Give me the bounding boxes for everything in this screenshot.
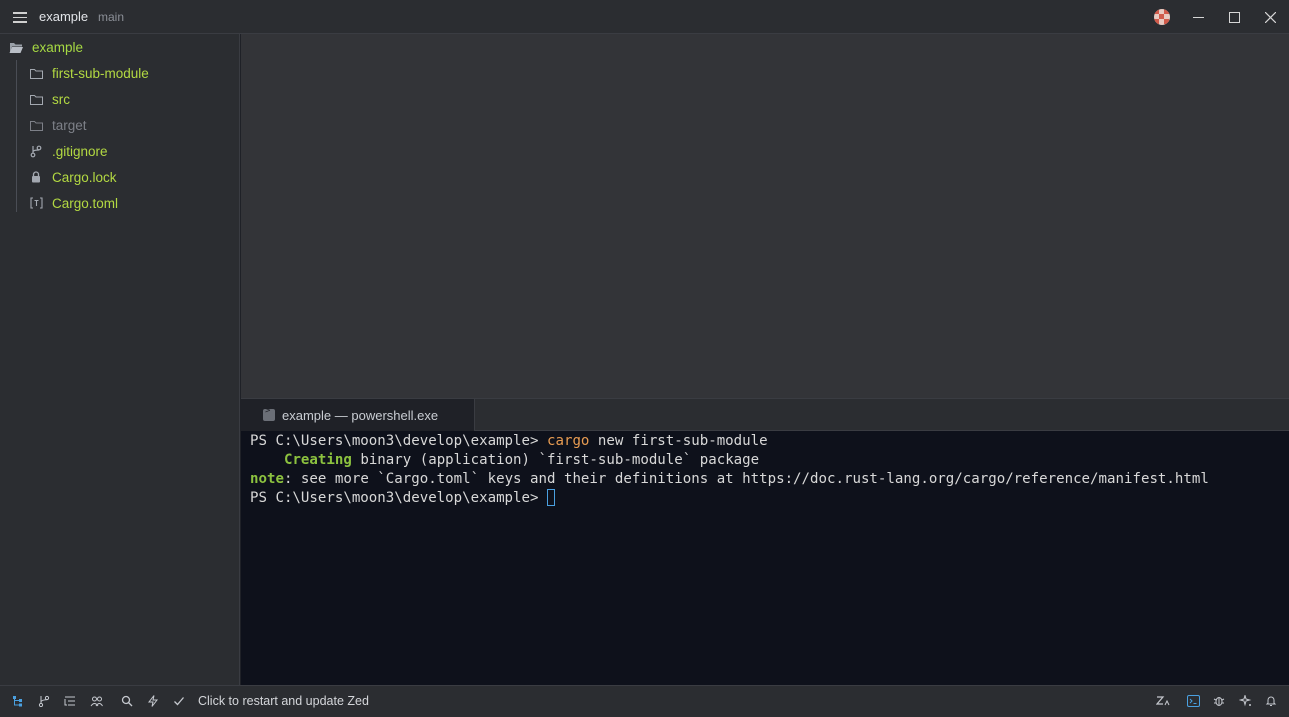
terminal-line: Creating binary (application) `first-sub… xyxy=(250,451,759,470)
tree-item-label: Cargo.lock xyxy=(52,169,117,185)
terminal-output[interactable]: PS C:\Users\moon3\develop\example> cargo… xyxy=(241,431,1289,685)
command-args: new first-sub-module xyxy=(589,433,768,449)
tree-item-label: .gitignore xyxy=(52,143,108,159)
status-keyword: Creating xyxy=(283,452,352,468)
tree-item-label: Cargo.toml xyxy=(52,195,119,211)
check-icon[interactable] xyxy=(172,694,186,708)
minimize-button[interactable] xyxy=(1183,4,1213,30)
bell-icon[interactable] xyxy=(1264,694,1278,708)
tree-root-label: example xyxy=(32,39,84,55)
tree-item-src[interactable]: src xyxy=(28,87,70,111)
zed-predict-icon[interactable] xyxy=(1156,694,1170,708)
project-name[interactable]: example xyxy=(39,9,88,24)
prompt: PS C:\Users\moon3\develop\example> xyxy=(250,490,547,506)
close-icon xyxy=(1264,11,1276,23)
terminal-tab-label: example — powershell.exe xyxy=(282,407,439,423)
maximize-button[interactable] xyxy=(1219,4,1249,30)
lightning-icon[interactable] xyxy=(146,694,160,708)
tree-item-gitignore[interactable]: .gitignore xyxy=(28,139,108,163)
tree-item-label: target xyxy=(52,117,87,133)
tree-indent-guide xyxy=(16,60,17,212)
note-keyword: note xyxy=(250,471,284,487)
command: cargo xyxy=(546,433,590,449)
folder-icon xyxy=(28,65,44,81)
terminal-line: PS C:\Users\moon3\develop\example> xyxy=(250,489,555,508)
menu-icon[interactable] xyxy=(12,9,28,25)
avatar[interactable] xyxy=(1154,9,1170,25)
terminal-cursor xyxy=(546,489,555,506)
search-icon[interactable] xyxy=(120,694,134,708)
tree-item-first-sub-module[interactable]: first-sub-module xyxy=(28,61,149,85)
project-panel-icon[interactable] xyxy=(11,694,25,708)
update-notice[interactable]: Click to restart and update Zed xyxy=(198,694,369,708)
branch-name[interactable]: main xyxy=(98,10,124,24)
prompt: PS C:\Users\moon3\develop\example> xyxy=(250,433,547,449)
tree-item-cargo-lock[interactable]: Cargo.lock xyxy=(28,165,117,189)
status-bar: Click to restart and update Zed xyxy=(0,685,1289,717)
git-branch-icon xyxy=(28,143,44,159)
lock-icon xyxy=(28,169,44,185)
folder-icon xyxy=(28,91,44,107)
tree-item-target[interactable]: target xyxy=(28,113,87,137)
terminal-toggle-icon[interactable] xyxy=(1186,694,1200,708)
terminal-line: PS C:\Users\moon3\develop\example> cargo… xyxy=(250,432,768,451)
terminal-icon xyxy=(263,406,275,421)
editor-pane[interactable] xyxy=(241,34,1289,398)
debug-icon[interactable] xyxy=(1212,694,1226,708)
tree-item-label: first-sub-module xyxy=(52,65,149,81)
folder-open-icon xyxy=(8,39,24,55)
output-text: binary (application) `first-sub-module` … xyxy=(351,452,760,468)
toml-icon xyxy=(28,195,44,211)
title-bar: example main xyxy=(0,0,1289,34)
outline-icon[interactable] xyxy=(63,694,77,708)
output-text: : see more `Cargo.toml` keys and their d… xyxy=(283,471,1209,487)
terminal-tab-bar: example — powershell.exe xyxy=(241,398,1289,431)
git-branch-icon[interactable] xyxy=(37,694,51,708)
maximize-icon xyxy=(1228,11,1240,23)
tree-item-cargo-toml[interactable]: Cargo.toml xyxy=(28,191,118,215)
assistant-icon[interactable] xyxy=(1238,694,1252,708)
close-button[interactable] xyxy=(1255,4,1285,30)
terminal-tab[interactable]: example — powershell.exe xyxy=(241,399,475,431)
project-panel: example first-sub-module src target .git… xyxy=(0,34,240,685)
minimize-icon xyxy=(1192,16,1204,18)
terminal-line: note: see more `Cargo.toml` keys and the… xyxy=(250,470,1209,489)
tree-root-example[interactable]: example xyxy=(8,35,83,59)
folder-icon xyxy=(28,117,44,133)
tree-item-label: src xyxy=(52,91,70,107)
collab-icon[interactable] xyxy=(89,694,103,708)
